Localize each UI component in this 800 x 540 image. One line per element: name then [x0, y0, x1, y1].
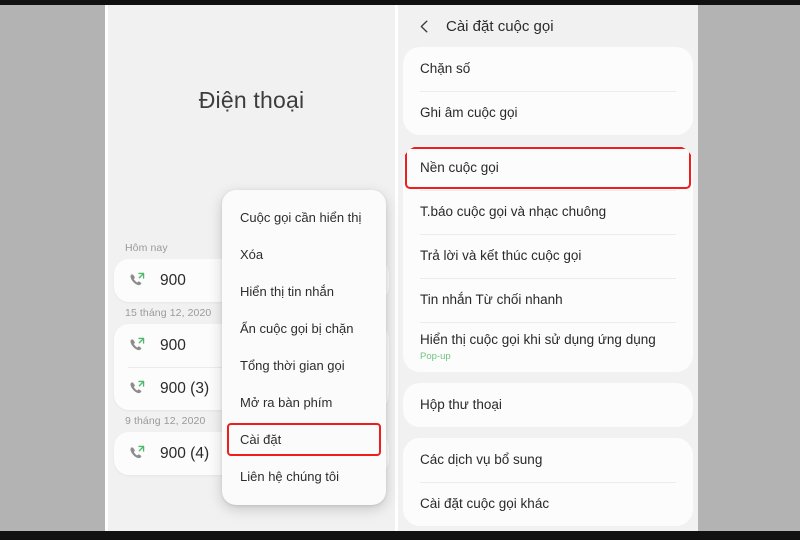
- settings-card: Chặn số Ghi âm cuộc gọi: [403, 47, 693, 135]
- screenshot-root: Điện thoại Hôm nay 900 15 tháng 12, 2020 90…: [0, 0, 800, 540]
- menu-item[interactable]: Mở ra bàn phím: [222, 384, 386, 421]
- settings-row[interactable]: Hộp thư thoại: [403, 383, 693, 427]
- settings-row[interactable]: T.báo cuộc gọi và nhạc chuông: [403, 190, 693, 234]
- call-settings-panel: Cài đặt cuộc gọi Chặn số Ghi âm cuộc gọi N…: [398, 5, 698, 531]
- settings-row-label: T.báo cuộc gọi và nhạc chuông: [420, 204, 607, 219]
- settings-row[interactable]: Cài đặt cuộc gọi khác: [403, 482, 693, 526]
- outgoing-call-icon: [128, 379, 147, 398]
- settings-row[interactable]: Ghi âm cuộc gọi: [403, 91, 693, 135]
- menu-item[interactable]: Cuộc gọi cần hiển thị: [222, 199, 386, 236]
- settings-row-label: Hộp thư thoại: [420, 397, 502, 412]
- page-title: Điện thoại: [198, 87, 305, 113]
- menu-item[interactable]: Ẩn cuộc gọi bị chặn: [222, 310, 386, 347]
- call-log-number: 900 (4): [160, 444, 210, 462]
- letterbox-left: [0, 0, 105, 540]
- settings-row[interactable]: Trả lời và kết thúc cuộc gọi: [403, 234, 693, 278]
- settings-row-label: Các dịch vụ bổ sung: [420, 452, 543, 467]
- settings-row-label: Chặn số: [420, 61, 471, 76]
- call-log-number: 900: [160, 271, 186, 289]
- outgoing-call-icon: [128, 271, 147, 290]
- settings-row-label: Cài đặt cuộc gọi khác: [420, 496, 550, 511]
- settings-row-subtitle: Pop-up: [420, 351, 451, 362]
- settings-card: Các dịch vụ bổ sung Cài đặt cuộc gọi khác: [403, 438, 693, 526]
- settings-row[interactable]: Nền cuộc gọi: [403, 146, 693, 190]
- settings-group-list: Chặn số Ghi âm cuộc gọi Nền cuộc gọi T.báo …: [398, 47, 698, 526]
- bottom-black-bar: [0, 531, 800, 540]
- settings-row[interactable]: Hiển thị cuộc gọi khi sử dụng ứng dụng Po…: [403, 322, 693, 372]
- settings-row-label: Ghi âm cuộc gọi: [420, 105, 518, 120]
- call-log-number: 900: [160, 336, 186, 354]
- menu-item[interactable]: Tổng thời gian gọi: [222, 347, 386, 384]
- letterbox-right: [698, 0, 800, 540]
- outgoing-call-icon: [128, 444, 147, 463]
- settings-row-label: Tin nhắn Từ chối nhanh: [420, 292, 563, 307]
- menu-item[interactable]: Hiển thị tin nhắn: [222, 273, 386, 310]
- menu-item[interactable]: Xóa: [222, 236, 386, 273]
- menu-item[interactable]: Liên hệ chúng tôi: [222, 458, 386, 495]
- settings-header: Cài đặt cuộc gọi: [398, 5, 698, 47]
- outgoing-call-icon: [128, 336, 147, 355]
- settings-card: Hộp thư thoại: [403, 383, 693, 427]
- settings-row-label: Hiển thị cuộc gọi khi sử dụng ứng dụng: [420, 332, 656, 347]
- settings-card: Nền cuộc gọi T.báo cuộc gọi và nhạc chuôn…: [403, 146, 693, 372]
- settings-row-label: Nền cuộc gọi: [420, 160, 499, 175]
- settings-row[interactable]: Tin nhắn Từ chối nhanh: [403, 278, 693, 322]
- settings-title: Cài đặt cuộc gọi: [446, 17, 554, 35]
- settings-row-label: Trả lời và kết thúc cuộc gọi: [420, 248, 582, 263]
- settings-row[interactable]: Các dịch vụ bổ sung: [403, 438, 693, 482]
- overflow-menu[interactable]: Cuộc gọi cần hiển thị Xóa Hiển thị tin nhắ…: [222, 190, 386, 505]
- chevron-left-icon[interactable]: [417, 19, 432, 34]
- call-log-number: 900 (3): [160, 379, 210, 397]
- menu-item[interactable]: Cài đặt: [222, 421, 386, 458]
- settings-row[interactable]: Chặn số: [403, 47, 693, 91]
